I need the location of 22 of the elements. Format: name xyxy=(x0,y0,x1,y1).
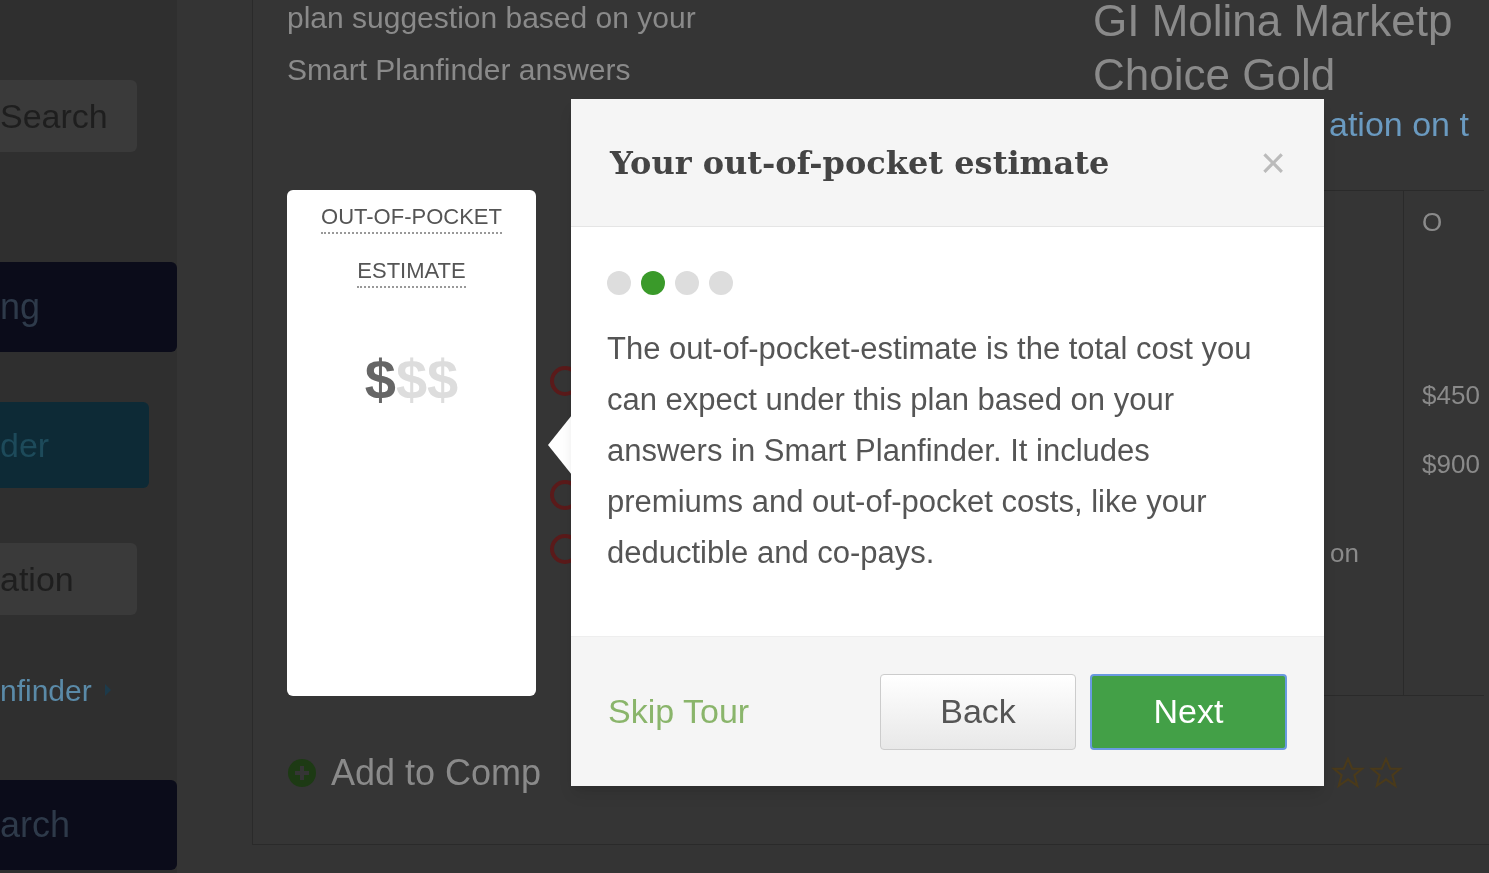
skip-tour-link[interactable]: Skip Tour xyxy=(608,686,750,737)
next-button[interactable]: Next xyxy=(1090,673,1287,750)
dialog-title: Your out-of-pocket estimate xyxy=(610,142,1110,184)
close-button[interactable]: × xyxy=(1260,140,1286,185)
table-cell-text: $900 xyxy=(1422,448,1480,481)
table-cell-text: $450 xyxy=(1422,379,1480,412)
dialog-body: The out-of-pocket-estimate is the total cost you can expect under this plan based on your answers in Smart Planfinder. It includes premiums and out-of-pocket costs, like your deductible and co-pays. xyxy=(607,330,1253,572)
table-cell-text: on xyxy=(1330,537,1359,570)
add-to-compare-link[interactable]: Add to Comp xyxy=(331,746,542,800)
intro-text: Smart Planfinder answers xyxy=(287,52,631,88)
card-heading: OUT-OF-POCKET xyxy=(321,202,502,234)
dollar-sign: $ xyxy=(427,350,459,410)
dollar-sign: $ xyxy=(395,350,428,410)
intro-text: plan suggestion based on your xyxy=(287,0,696,36)
dollar-sign: $ xyxy=(364,350,396,410)
column-header: O xyxy=(1422,206,1443,239)
plan-title: GI Molina Marketp xyxy=(1093,0,1453,47)
plan-link[interactable]: ation on t xyxy=(1329,104,1469,144)
plan-title: Choice Gold xyxy=(1093,49,1336,101)
sidebar-item[interactable]: nfinder xyxy=(0,670,112,710)
card-heading: ESTIMATE xyxy=(357,256,466,288)
back-button[interactable]: Back xyxy=(880,673,1076,750)
